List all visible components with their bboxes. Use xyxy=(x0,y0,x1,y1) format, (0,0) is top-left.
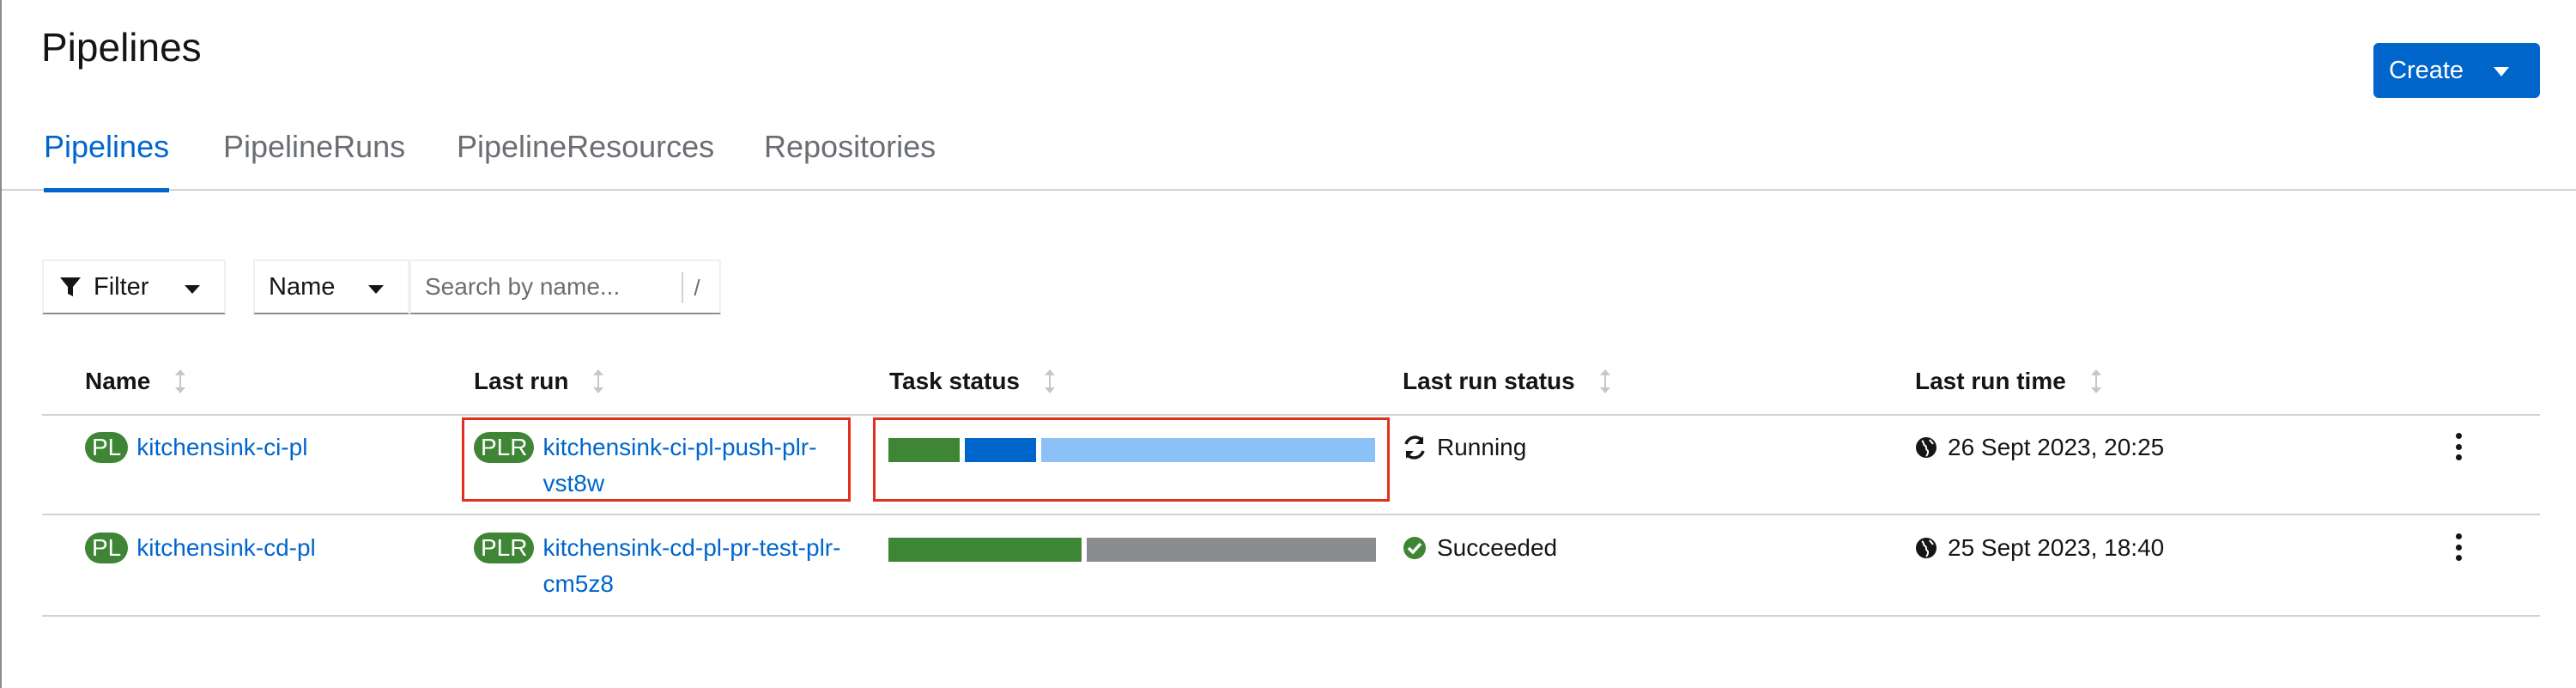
highlight-box xyxy=(873,417,1390,502)
last-run-link[interactable]: kitchensink-cd-pl-pr-test-plr- cm5z8 xyxy=(542,530,840,602)
time-text: 25 Sept 2023, 18:40 xyxy=(1948,534,2165,561)
create-button[interactable]: Create xyxy=(2373,43,2540,98)
last-run-status: Running xyxy=(1403,434,1526,461)
column-header-label: Last run xyxy=(474,368,569,394)
caret-down-icon xyxy=(185,285,200,294)
search-shortcut-hint: / xyxy=(682,272,711,303)
filter-label: Filter xyxy=(94,272,149,301)
kebab-menu-icon[interactable] xyxy=(2450,530,2467,564)
tab-repositories[interactable]: Repositories xyxy=(764,129,936,191)
create-button-label: Create xyxy=(2389,56,2464,84)
sort-icon xyxy=(1045,369,1055,393)
last-run-time: 25 Sept 2023, 18:40 xyxy=(1915,534,2164,562)
pipeline-name-link[interactable]: kitchensink-cd-pl xyxy=(136,530,316,566)
name-select-label: Name xyxy=(269,272,336,301)
column-header-label: Last run time xyxy=(1915,368,2066,394)
column-header-last-run-status[interactable]: Last run status xyxy=(1403,368,1611,395)
last-run-cell: PLR kitchensink-cd-pl-pr-test-plr- cm5z8 xyxy=(474,530,840,602)
tab-bar: Pipelines PipelineRuns PipelineResources… xyxy=(2,129,2576,192)
filter-dropdown[interactable]: Filter xyxy=(42,259,226,314)
column-header-label: Task status xyxy=(889,368,1020,394)
last-run-link-line: kitchensink-cd-pl-pr-test-plr- xyxy=(542,534,841,561)
status-text: Running xyxy=(1437,434,1527,460)
time-text: 26 Sept 2023, 20:25 xyxy=(1948,434,2165,460)
last-run-status: Succeeded xyxy=(1403,534,1557,562)
column-header-last-run-time[interactable]: Last run time xyxy=(1915,368,2102,395)
column-header-name[interactable]: Name xyxy=(85,368,186,395)
tab-pipelines[interactable]: Pipelines xyxy=(44,129,170,192)
table-divider xyxy=(42,615,2540,617)
search-field: / xyxy=(409,259,721,314)
table-divider xyxy=(42,414,2540,416)
globe-icon xyxy=(1916,437,1937,458)
last-run-link-line: cm5z8 xyxy=(542,570,614,597)
search-input[interactable] xyxy=(425,273,674,301)
check-circle-icon xyxy=(1403,537,1426,559)
highlight-box xyxy=(462,417,851,502)
column-header-label: Name xyxy=(85,368,151,394)
kebab-menu-icon[interactable] xyxy=(2450,429,2467,464)
pipeline-name-link[interactable]: kitchensink-ci-pl xyxy=(136,429,307,466)
sort-icon xyxy=(593,369,604,393)
column-header-task-status[interactable]: Task status xyxy=(889,368,1056,395)
table-divider xyxy=(42,514,2540,515)
last-run-time: 26 Sept 2023, 20:25 xyxy=(1915,434,2164,461)
pipelinerun-badge: PLR xyxy=(474,533,535,563)
sort-icon xyxy=(175,369,186,393)
pipeline-badge: PL xyxy=(85,432,129,463)
tab-pipelineruns[interactable]: PipelineRuns xyxy=(223,129,405,191)
table-row: PL kitchensink-cd-pl xyxy=(85,530,316,566)
sort-icon xyxy=(1599,369,1610,393)
pipelines-page: Pipelines Create Pipelines PipelineRuns … xyxy=(0,0,2576,688)
column-header-last-run[interactable]: Last run xyxy=(474,368,604,395)
column-header-label: Last run status xyxy=(1403,368,1575,394)
sort-icon xyxy=(2090,369,2101,393)
filter-icon xyxy=(60,277,81,296)
page-title: Pipelines xyxy=(41,25,202,70)
task-segment-succeeded xyxy=(888,538,1082,562)
table-row: PL kitchensink-ci-pl xyxy=(85,429,307,466)
pipeline-badge: PL xyxy=(85,533,129,563)
sync-icon xyxy=(1404,435,1425,460)
tab-pipelineresources[interactable]: PipelineResources xyxy=(457,129,714,191)
name-select[interactable]: Name xyxy=(253,259,409,314)
caret-down-icon xyxy=(2494,67,2509,76)
status-text: Succeeded xyxy=(1437,534,1558,561)
caret-down-icon xyxy=(368,285,384,294)
globe-icon xyxy=(1916,538,1937,558)
task-segment-skipped xyxy=(1087,538,1376,562)
